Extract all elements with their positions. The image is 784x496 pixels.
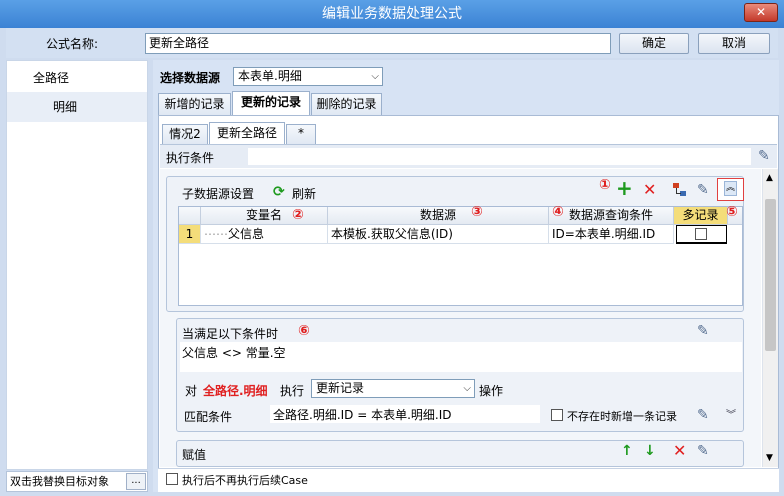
edit-icon[interactable]: ✎	[697, 407, 709, 423]
delete-icon[interactable]: ✕	[673, 443, 686, 459]
row-number: 1	[179, 225, 201, 244]
action-prefix: 对	[185, 384, 198, 398]
edit-icon[interactable]: ✎	[697, 182, 709, 198]
assign-title: 赋值	[182, 448, 207, 462]
formula-name-input[interactable]: 更新全路径	[145, 33, 611, 54]
tree-line: ⋯⋯	[204, 227, 228, 241]
datasource-label: 选择数据源	[160, 71, 221, 85]
column-header-variable[interactable]: 变量名	[201, 207, 328, 225]
match-condition-input[interactable]: 全路径.明细.ID = 本表单.明细.ID	[270, 405, 540, 423]
multi-record-checkbox[interactable]	[695, 228, 707, 240]
action-target[interactable]: 全路径.明细	[203, 382, 268, 399]
close-button[interactable]: ✕	[744, 3, 778, 22]
move-down-icon[interactable]: ↓	[644, 443, 656, 459]
marker-2: ②	[292, 207, 304, 223]
window-title-bar: 编辑业务数据处理公式	[0, 0, 784, 28]
action-select[interactable]: 更新记录 ⌵	[311, 379, 475, 398]
action-select-value: 更新记录	[316, 381, 365, 395]
chevron-down-icon: ⌵	[463, 383, 471, 394]
condition-title: 当满足以下条件时	[182, 327, 279, 341]
insert-if-missing-checkbox[interactable]	[551, 409, 563, 421]
refresh-icon[interactable]: ⟳	[273, 184, 285, 200]
tree-item-detail[interactable]: 明细	[7, 92, 147, 122]
sub-datasource-title: 子数据源设置	[182, 187, 255, 201]
multi-record-cell[interactable]	[676, 225, 727, 244]
column-header-multi[interactable]: 多记录	[674, 207, 728, 225]
refresh-label[interactable]: 刷新	[292, 185, 316, 202]
stop-after-exec-checkbox[interactable]	[166, 473, 178, 485]
match-condition-label: 匹配条件	[184, 410, 233, 424]
edit-icon[interactable]: ✎	[697, 443, 709, 459]
edit-icon[interactable]: ✎	[758, 148, 770, 164]
marker-4: ④	[552, 204, 564, 220]
vertical-scrollbar[interactable]: ▲ ▼	[762, 169, 778, 467]
table-row[interactable]: ⋯⋯父信息	[201, 225, 328, 244]
formula-name-label: 公式名称:	[46, 37, 99, 51]
collapse-button[interactable]: ︽	[717, 178, 744, 201]
source-cell[interactable]: 本模板.获取父信息(ID)	[328, 225, 549, 244]
exec-condition-input[interactable]	[248, 148, 751, 165]
condition-expression: 父信息 <> 常量.空	[182, 346, 286, 360]
edit-icon[interactable]: ✎	[697, 323, 709, 339]
target-tree-panel: 全路径 明细	[6, 60, 148, 470]
close-icon: ✕	[755, 5, 767, 19]
tab-deleted-records[interactable]: 删除的记录	[311, 93, 382, 115]
expand-down-icon[interactable]: ︾	[726, 406, 736, 421]
datasource-select[interactable]: 本表单.明细 ⌵	[233, 67, 383, 86]
tab-case-update-path[interactable]: 更新全路径	[209, 122, 285, 144]
cancel-button[interactable]: 取消	[698, 33, 770, 54]
scroll-up-icon[interactable]: ▲	[766, 173, 773, 183]
add-icon[interactable]: +	[616, 178, 633, 198]
marker-6: ⑥	[298, 323, 310, 339]
match-condition-value: 全路径.明细.ID = 本表单.明细.ID	[273, 408, 452, 422]
tab-new-records[interactable]: 新增的记录	[158, 93, 231, 115]
tab-case-2[interactable]: 情况2	[162, 124, 208, 144]
insert-if-missing-label: 不存在时新增一条记录	[567, 410, 677, 423]
move-up-icon[interactable]: ↑	[621, 443, 633, 459]
tab-add-case[interactable]: *	[286, 124, 316, 144]
browse-button[interactable]: ...	[126, 473, 146, 490]
action-verb: 执行	[280, 384, 305, 398]
scrollbar-thumb[interactable]	[765, 199, 776, 351]
column-header-source[interactable]: 数据源	[328, 207, 549, 225]
column-header-condition[interactable]: 数据源查询条件	[549, 207, 674, 225]
hierarchy-icon[interactable]	[673, 183, 687, 197]
exec-condition-label: 执行条件	[166, 151, 215, 165]
condition-cell[interactable]: ID=本表单.明细.ID	[549, 225, 674, 244]
tree-item-full-path[interactable]: 全路径	[7, 63, 147, 93]
condition-expression-box[interactable]: 父信息 <> 常量.空	[180, 342, 742, 372]
datasource-value: 本表单.明细	[238, 69, 302, 83]
marker-3: ③	[471, 204, 483, 220]
window-title: 编辑业务数据处理公式	[322, 6, 462, 22]
tab-updated-records[interactable]: 更新的记录	[232, 91, 310, 115]
stop-after-exec-label: 执行后不再执行后续Case	[182, 474, 308, 487]
chevron-up-icon: ︽	[724, 181, 737, 196]
ok-button[interactable]: 确定	[619, 33, 689, 54]
marker-1: ①	[599, 177, 611, 193]
assign-section	[176, 440, 744, 467]
scroll-down-icon[interactable]: ▼	[766, 453, 773, 463]
grid-corner	[179, 207, 201, 225]
variable-name-cell: 父信息	[228, 227, 265, 241]
chevron-down-icon: ⌵	[371, 71, 379, 82]
delete-icon[interactable]: ✕	[643, 182, 656, 198]
action-suffix: 操作	[479, 384, 504, 398]
marker-5: ⑤	[726, 204, 738, 220]
